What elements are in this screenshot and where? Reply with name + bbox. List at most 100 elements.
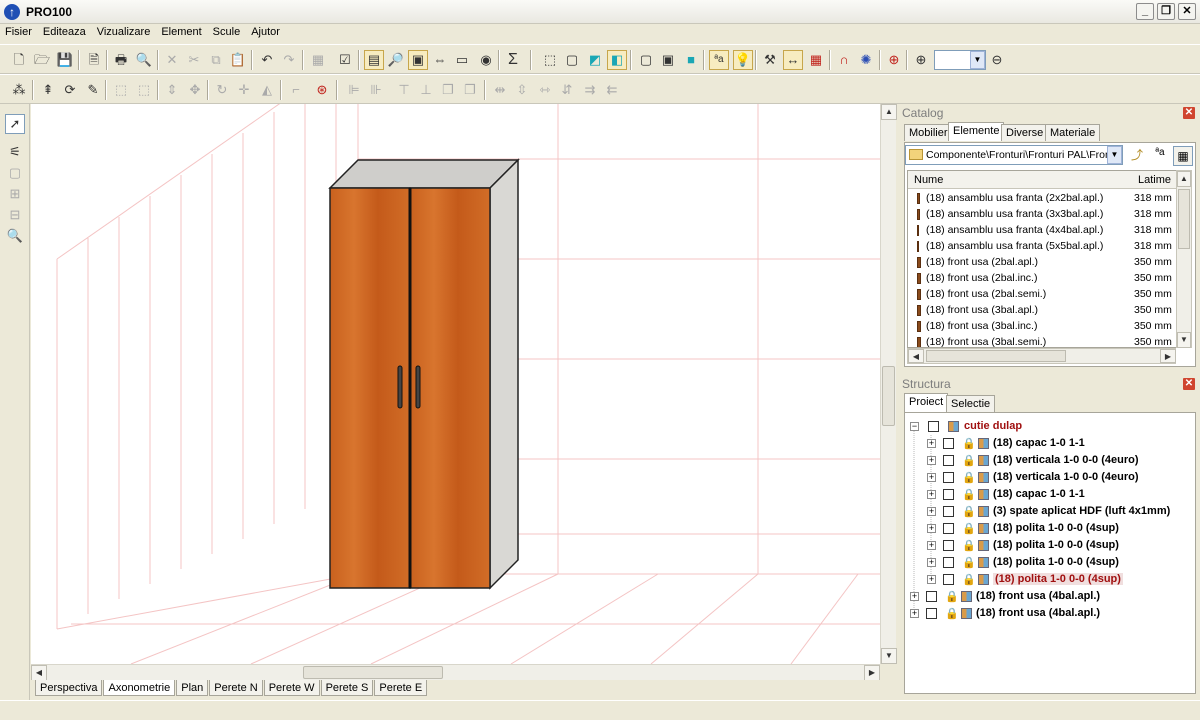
sum-icon[interactable]: Σ: [503, 50, 523, 70]
frame-icon[interactable]: ▢: [5, 163, 25, 183]
tab-plan[interactable]: Plan: [176, 680, 209, 696]
column-header-name[interactable]: Nume: [908, 171, 1134, 189]
column-header-width[interactable]: Latime: [1134, 171, 1181, 189]
list-item[interactable]: (18) ansamblu usa franta (5x5bal.apl.) 31…: [908, 239, 1181, 255]
stack-icon[interactable]: ❐: [438, 80, 458, 100]
tab-perspectiva[interactable]: Perspectiva: [35, 680, 103, 696]
tab-perete-e[interactable]: Perete E: [374, 680, 428, 696]
mirror-icon[interactable]: ◭: [257, 80, 277, 100]
zoom-tool-icon[interactable]: 🔍: [5, 226, 25, 246]
scroll-right-icon[interactable]: ▶: [864, 665, 880, 681]
folder-up-icon[interactable]: ⤴: [1128, 146, 1146, 164]
print-preview-icon[interactable]: 🔍: [134, 50, 154, 70]
view-grid-icon[interactable]: ▣: [408, 50, 428, 70]
menu-scule[interactable]: Scule: [208, 24, 247, 43]
catalog-vertical-scrollbar[interactable]: ▲ ▼: [1176, 170, 1192, 348]
tab-proiect[interactable]: Proiect: [904, 393, 949, 412]
tab-elemente[interactable]: Elemente: [948, 122, 1005, 141]
select-all-icon[interactable]: ⁂: [9, 80, 29, 100]
corner-icon[interactable]: ⌐: [286, 80, 306, 100]
menu-vizualizare[interactable]: Vizualizare: [92, 24, 157, 43]
list-item[interactable]: (18) front usa (3bal.inc.) 350 mm: [908, 319, 1181, 335]
text-label-icon[interactable]: ªa: [709, 50, 729, 70]
magnet-icon[interactable]: ∩: [834, 50, 854, 70]
menu-editeaza[interactable]: Editeaza: [38, 24, 92, 43]
move-cross-icon[interactable]: ✛: [234, 80, 254, 100]
scroll-up-icon[interactable]: ▲: [881, 104, 897, 120]
catalog-vscroll-thumb[interactable]: [1178, 189, 1190, 249]
zoom-in-icon[interactable]: ⊕: [911, 50, 931, 70]
cube-wire-icon[interactable]: ⬚: [540, 50, 560, 70]
menu-ajutor[interactable]: Ajutor: [246, 24, 286, 43]
close-window-button[interactable]: ✕: [1178, 3, 1196, 20]
cube-color-icon[interactable]: ◩: [585, 50, 605, 70]
view-zoom-icon[interactable]: 🔎: [386, 50, 406, 70]
structure-close-icon[interactable]: ✕: [1183, 378, 1195, 390]
view-dimension-icon[interactable]: ⇔: [430, 50, 450, 70]
box-shaded-icon[interactable]: ■: [681, 50, 701, 70]
list-item[interactable]: (18) front usa (2bal.apl.) 350 mm: [908, 255, 1181, 271]
cube-solid-icon[interactable]: ◧: [607, 50, 627, 70]
view-render-icon[interactable]: ◉: [476, 50, 496, 70]
pencil-icon[interactable]: ✎: [83, 80, 103, 100]
distribute-v-icon[interactable]: ⇳: [512, 80, 532, 100]
delete-icon[interactable]: ✕: [162, 50, 182, 70]
checklist-icon[interactable]: ☑: [335, 50, 355, 70]
view-catalog-icon[interactable]: ▤: [364, 50, 384, 70]
scroll-left-icon[interactable]: ◀: [31, 665, 47, 681]
move-object-icon[interactable]: ⟳: [60, 80, 80, 100]
ungroup-icon[interactable]: ⬚: [134, 80, 154, 100]
cube-outline-icon[interactable]: ▢: [562, 50, 582, 70]
redo-icon[interactable]: ↷: [279, 50, 299, 70]
lightbulb-icon[interactable]: 💡: [733, 50, 753, 70]
menu-element[interactable]: Element: [156, 24, 207, 43]
tab-perete-n[interactable]: Perete N: [209, 680, 263, 696]
catalog-scroll-right-icon[interactable]: ▶: [1160, 349, 1176, 363]
layout-tool-icon[interactable]: ⊟: [5, 205, 25, 225]
stack-alt-icon[interactable]: ❐: [460, 80, 480, 100]
properties-icon[interactable]: 🗎: [84, 50, 104, 70]
wrench-icon[interactable]: ⚒: [760, 50, 780, 70]
catalog-scroll-down-icon[interactable]: ▼: [1177, 332, 1191, 348]
copy-icon[interactable]: ⧉: [206, 50, 226, 70]
group-icon[interactable]: ⬚: [111, 80, 131, 100]
list-item[interactable]: (18) front usa (2bal.semi.) 350 mm: [908, 287, 1181, 303]
cut-icon[interactable]: ✂: [184, 50, 204, 70]
new-file-icon[interactable]: 🗋: [9, 50, 29, 70]
list-item[interactable]: (18) front usa (2bal.inc.) 350 mm: [908, 271, 1181, 287]
horizontal-scroll-thumb[interactable]: [303, 666, 443, 679]
size-height-icon[interactable]: ⇇: [602, 80, 622, 100]
box-front-icon[interactable]: ▢: [636, 50, 656, 70]
zoom-out-icon[interactable]: ⊖: [987, 50, 1007, 70]
align-center-icon[interactable]: ✥: [185, 80, 205, 100]
align-top-icon[interactable]: ⊤: [394, 80, 414, 100]
viewport-horizontal-scrollbar[interactable]: ◀ ▶: [31, 664, 880, 681]
target-icon[interactable]: ⊕: [884, 50, 904, 70]
zoom-dropdown-chevron-icon[interactable]: ▼: [970, 51, 985, 69]
menu-fisier[interactable]: Fisier: [0, 24, 38, 43]
path-dropdown-chevron-icon[interactable]: ▼: [1107, 146, 1122, 164]
print-icon[interactable]: 🖶: [111, 50, 131, 70]
3d-viewport[interactable]: [31, 104, 880, 664]
right-door[interactable]: [409, 187, 491, 589]
catalog-close-icon[interactable]: ✕: [1183, 107, 1195, 119]
tab-mobilier[interactable]: Mobilier: [904, 124, 953, 141]
space-h-icon[interactable]: ⇿: [535, 80, 555, 100]
catalog-scroll-left-icon[interactable]: ◀: [908, 349, 924, 363]
align-right-icon[interactable]: ⊪: [366, 80, 386, 100]
maximize-button[interactable]: ❐: [1157, 3, 1175, 20]
rotate-icon[interactable]: ↻: [212, 80, 232, 100]
tab-perete-s[interactable]: Perete S: [320, 680, 374, 696]
measure-icon[interactable]: ↔: [783, 50, 803, 70]
viewport-vertical-scrollbar[interactable]: ▲ ▼: [880, 104, 897, 664]
wardrobe-cabinet[interactable]: [328, 158, 520, 590]
tab-selectie[interactable]: Selectie: [946, 395, 996, 412]
paste-icon[interactable]: 📋: [228, 50, 248, 70]
tab-perete-w[interactable]: Perete W: [263, 680, 320, 696]
catalog-path-select[interactable]: Componente\Fronturi\Fronturi PAL\Fron: [905, 145, 1123, 165]
minimize-button[interactable]: _: [1136, 3, 1154, 20]
size-width-icon[interactable]: ⇉: [580, 80, 600, 100]
open-folder-icon[interactable]: 🗁: [32, 50, 52, 70]
align-left-icon[interactable]: ⊫: [344, 80, 364, 100]
catalog-scroll-up-icon[interactable]: ▲: [1177, 171, 1191, 187]
